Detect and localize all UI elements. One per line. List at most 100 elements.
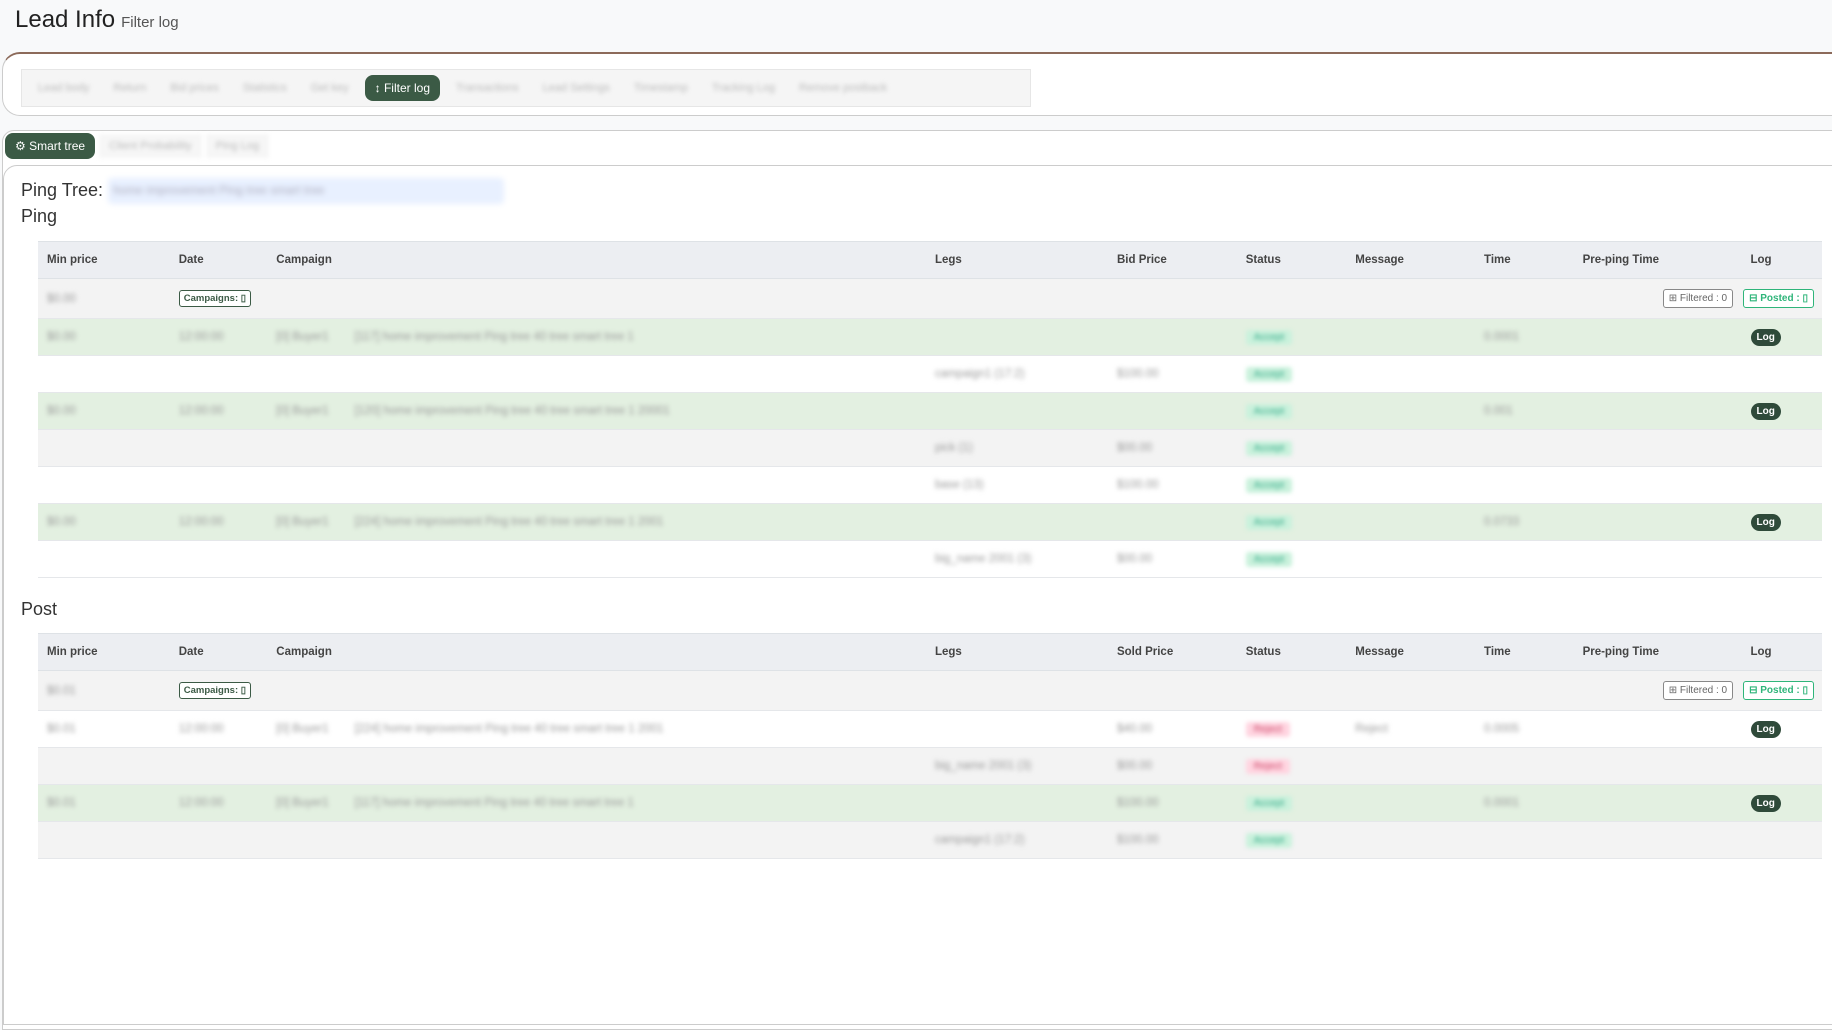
price: $100.00: [1107, 466, 1237, 504]
campaign-name[interactable]: [120] home improvement Ping tree 40 tree…: [355, 405, 670, 417]
column-header-message: Message: [1346, 633, 1476, 671]
campaign-name[interactable]: [224] home improvement Ping tree 40 tree…: [355, 723, 664, 735]
column-header-log: Log: [1741, 241, 1822, 279]
status: Accept: [1236, 466, 1347, 504]
min-price: $0.01: [38, 710, 170, 748]
message: [1346, 821, 1476, 859]
status-badge: Reject: [1245, 721, 1291, 737]
table-row: big_name 2001 (3) $00.00 Accept: [38, 540, 1822, 578]
pre-ping-time: [1573, 318, 1742, 356]
column-header-date: Date: [169, 241, 268, 279]
posted-button[interactable]: ⊟ Posted : ▯: [1743, 289, 1814, 308]
legs: campaign1 (17:2): [925, 355, 1108, 393]
time-value: 0.001: [1484, 405, 1513, 417]
time: 0.0733: [1475, 503, 1574, 541]
summary-spacer: [267, 278, 1574, 319]
tab-lead-settings[interactable]: Lead Settings: [535, 78, 618, 98]
min-price: $0.00: [38, 392, 170, 430]
tab-filter-log[interactable]: ↕ Filter log: [364, 75, 440, 101]
price: [1107, 318, 1237, 356]
column-header-time: Time: [1475, 241, 1574, 279]
legs-value: campaign1 (17:2): [934, 834, 1025, 846]
summary-min-price: $0.00: [38, 278, 170, 319]
page-subtitle: Filter log: [121, 14, 179, 31]
table-row: $0.00 12:00:00 [0] Buyer1 [224] home improv…: [38, 503, 1822, 541]
message: [1346, 747, 1476, 785]
price: $100.00: [1107, 784, 1237, 822]
tab-get-key[interactable]: Get key: [303, 78, 357, 98]
tab-return[interactable]: Return: [105, 78, 154, 98]
price-value: $100.00: [1116, 797, 1159, 809]
table-row: big_name 2001 (3) $00.00 Reject: [38, 747, 1822, 785]
post-section-title: Post: [21, 599, 58, 619]
summary-min-price: $0.01: [38, 670, 170, 711]
tab-bar: Lead body Return Bid prices Statistics Get k…: [21, 69, 1031, 107]
price: $00.00: [1107, 747, 1237, 785]
campaigns-filter-button[interactable]: Campaigns: ▯: [178, 290, 251, 307]
subtab-ping-log[interactable]: Ping Log: [205, 134, 270, 158]
campaign-buyer: [0] Buyer1: [276, 405, 329, 417]
price-value: $40.00: [1116, 723, 1153, 735]
campaign-name[interactable]: [117] home improvement Ping tree 40 tree…: [355, 331, 634, 343]
legs-value: base (13): [934, 479, 984, 491]
status: Accept: [1236, 355, 1347, 393]
tab-statistics[interactable]: Statistics: [235, 78, 295, 98]
log-button[interactable]: Log: [1750, 720, 1781, 738]
log-button[interactable]: Log: [1750, 328, 1781, 346]
status: Accept: [1236, 429, 1347, 467]
table-row: pick (1) $00.00 Accept: [38, 429, 1822, 467]
subtab-client-probability[interactable]: Client Probability: [99, 134, 202, 158]
log: [1741, 429, 1822, 467]
tab-remove-postback[interactable]: Remove postback: [791, 78, 895, 98]
ping-tree-value[interactable]: home improvement Ping tree smart tree: [108, 178, 504, 204]
pre-ping-time: [1573, 503, 1742, 541]
date: [169, 821, 268, 859]
price: $100.00: [1107, 355, 1237, 393]
min-price-value: $0.00: [47, 331, 76, 343]
price: $100.00: [1107, 821, 1237, 859]
filtered-button[interactable]: ⊞ Filtered : 0: [1662, 289, 1734, 308]
tab-bid-prices[interactable]: Bid prices: [162, 78, 226, 98]
time: [1475, 540, 1574, 578]
posted-button[interactable]: ⊟ Posted : ▯: [1743, 681, 1814, 700]
campaign-name[interactable]: [117] home improvement Ping tree 40 tree…: [355, 797, 634, 809]
log-button[interactable]: Log: [1750, 794, 1781, 812]
log-button[interactable]: Log: [1750, 513, 1781, 531]
min-price: $0.00: [38, 503, 170, 541]
tab-lead-body[interactable]: Lead body: [30, 78, 97, 98]
column-header-log: Log: [1741, 633, 1822, 671]
min-price: $0.01: [38, 784, 170, 822]
min-price: [38, 429, 170, 467]
campaign: [267, 747, 926, 785]
summary-filter-buttons: ⊞ Filtered : 0 ⊟ Posted : ▯: [1573, 670, 1822, 711]
campaign: [267, 821, 926, 859]
campaign: [267, 429, 926, 467]
price-value: $100.00: [1116, 834, 1159, 846]
table-row: $0.00 12:00:00 [0] Buyer1 [120] home improv…: [38, 392, 1822, 430]
price-value: $00.00: [1116, 760, 1153, 772]
campaign-name[interactable]: [224] home improvement Ping tree 40 tree…: [355, 516, 664, 528]
ping-table: Min price Date Campaign Legs Bid Price Status…: [38, 241, 1822, 578]
time-value: 0.0005: [1484, 723, 1520, 735]
min-price: $0.00: [38, 318, 170, 356]
date: [169, 747, 268, 785]
legs: base (13): [925, 466, 1108, 504]
tab-timestamp[interactable]: Timestamp: [626, 78, 696, 98]
tab-transactions[interactable]: Transactions: [448, 78, 527, 98]
page-header: Lead Info Filter log: [15, 6, 179, 34]
campaign: [267, 466, 926, 504]
date: [169, 355, 268, 393]
min-price-value: $0.00: [47, 516, 76, 528]
table-row: campaign1 (17:2) $100.00 Accept: [38, 355, 1822, 393]
message: [1346, 392, 1476, 430]
sub-tab-bar: ⚙ Smart tree Client Probability Ping Log: [5, 133, 270, 159]
status-badge: Reject: [1245, 758, 1291, 774]
filtered-button[interactable]: ⊞ Filtered : 0: [1662, 681, 1734, 700]
subtab-smart-tree[interactable]: ⚙ Smart tree: [5, 133, 96, 159]
log-button[interactable]: Log: [1750, 402, 1781, 420]
status: Reject: [1236, 710, 1347, 748]
campaigns-filter-button[interactable]: Campaigns: ▯: [178, 682, 251, 699]
tab-tracking-log[interactable]: Tracking Log: [704, 78, 783, 98]
min-price-value: $0.01: [47, 723, 76, 735]
pre-ping-time: [1573, 540, 1742, 578]
